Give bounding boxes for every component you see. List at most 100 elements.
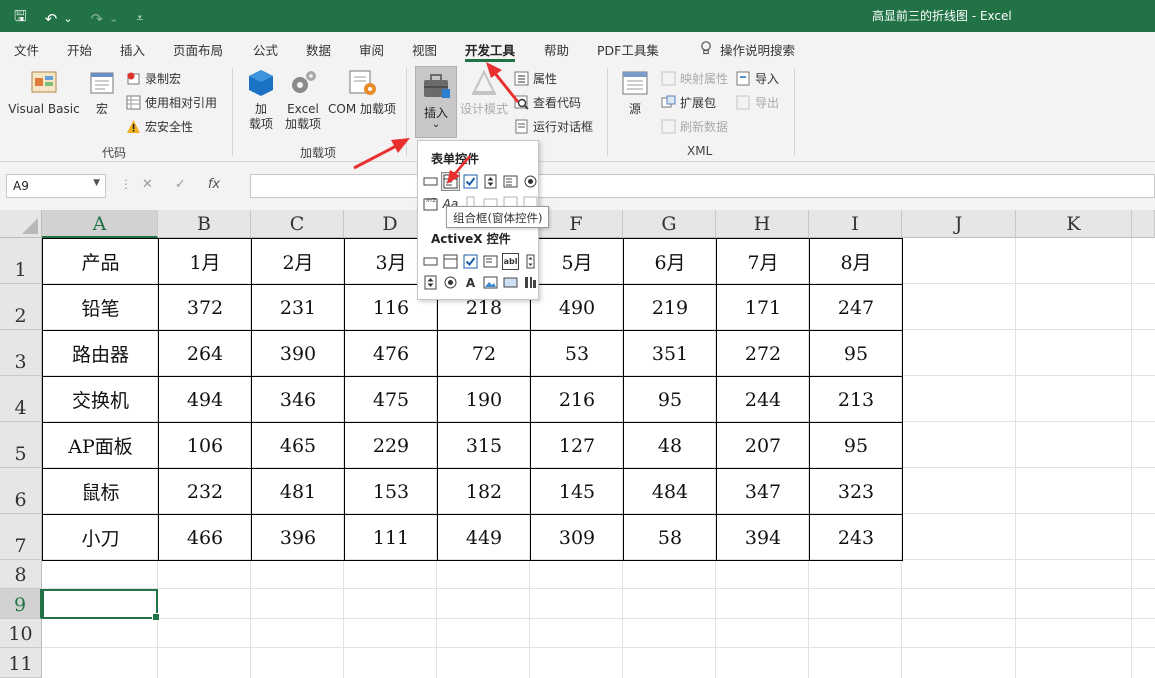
tab-data[interactable]: 数据 <box>306 40 331 59</box>
redo-dropdown-icon[interactable]: ⌄ <box>109 12 118 25</box>
table-cell[interactable]: 路由器 <box>42 330 159 377</box>
tab-home[interactable]: 开始 <box>67 40 92 59</box>
form-combo-box-control-icon[interactable] <box>441 172 460 191</box>
table-cell[interactable]: 48 <box>623 422 717 469</box>
macros-button[interactable]: 宏 <box>84 68 120 117</box>
table-cell[interactable]: 95 <box>809 422 903 469</box>
column-header[interactable]: C <box>251 210 344 238</box>
table-cell[interactable]: 449 <box>437 514 531 561</box>
xml-source-button[interactable]: 源 <box>617 68 653 117</box>
use-relative-references-button[interactable]: 使用相对引用 <box>126 94 217 111</box>
table-cell[interactable]: 铅笔 <box>42 284 159 331</box>
form-spin-button-control-icon[interactable] <box>482 173 499 190</box>
table-cell[interactable]: 396 <box>251 514 345 561</box>
save-icon[interactable]: 🖫 <box>14 6 27 31</box>
activex-list-box-icon[interactable] <box>482 253 499 270</box>
row-header[interactable]: 9 <box>0 589 42 619</box>
activex-label-icon[interactable]: A <box>462 274 479 291</box>
row-header[interactable]: 11 <box>0 648 42 678</box>
table-cell[interactable]: 216 <box>530 376 624 423</box>
table-cell[interactable]: AP面板 <box>42 422 159 469</box>
expansion-packs-button[interactable]: 扩展包 <box>661 94 716 111</box>
insert-function-icon[interactable]: fx <box>208 177 220 192</box>
table-cell[interactable]: 484 <box>623 468 717 515</box>
activex-spin-button-icon[interactable] <box>422 274 439 291</box>
tell-me-search[interactable]: 操作说明搜索 <box>700 40 795 59</box>
column-header[interactable] <box>1132 210 1155 238</box>
table-cell[interactable]: 243 <box>809 514 903 561</box>
visual-basic-button[interactable]: Visual Basic <box>8 68 80 117</box>
properties-button[interactable]: 属性 <box>514 70 557 87</box>
table-cell[interactable]: 127 <box>530 422 624 469</box>
enter-icon[interactable]: ✓ <box>175 177 186 192</box>
table-cell[interactable]: 490 <box>530 284 624 331</box>
column-header[interactable]: H <box>716 210 809 238</box>
insert-controls-button[interactable]: 插入 ⌄ <box>415 66 457 138</box>
column-header[interactable]: K <box>1016 210 1132 238</box>
macro-security-button[interactable]: 宏安全性 <box>126 118 193 135</box>
tab-file[interactable]: 文件 <box>14 40 39 59</box>
row-header[interactable]: 4 <box>0 376 42 422</box>
table-cell[interactable]: 207 <box>716 422 810 469</box>
table-cell[interactable]: 171 <box>716 284 810 331</box>
row-header[interactable]: 6 <box>0 468 42 514</box>
table-cell[interactable]: 产品 <box>42 238 159 285</box>
table-cell[interactable]: 231 <box>251 284 345 331</box>
customize-qat-icon[interactable]: ⩡ <box>136 11 143 26</box>
table-cell[interactable]: 鼠标 <box>42 468 159 515</box>
tab-formulas[interactable]: 公式 <box>253 40 278 59</box>
run-dialog-button[interactable]: 运行对话框 <box>514 118 593 135</box>
tab-developer[interactable]: 开发工具 <box>465 40 516 62</box>
table-cell[interactable]: 351 <box>623 330 717 377</box>
table-cell[interactable]: 229 <box>344 422 438 469</box>
redo-icon[interactable]: ↷ <box>91 10 104 28</box>
tab-page-layout[interactable]: 页面布局 <box>173 40 223 59</box>
table-cell[interactable]: 475 <box>344 376 438 423</box>
com-add-ins-button[interactable]: COM 加载项 <box>326 68 398 117</box>
excel-add-ins-button[interactable]: Excel 加载项 <box>283 68 323 132</box>
tab-help[interactable]: 帮助 <box>544 40 569 59</box>
activex-toggle-button-icon[interactable] <box>502 274 519 291</box>
table-cell[interactable]: 182 <box>437 468 531 515</box>
column-header[interactable]: I <box>809 210 902 238</box>
table-cell[interactable]: 394 <box>716 514 810 561</box>
table-cell[interactable]: 315 <box>437 422 531 469</box>
table-cell[interactable]: 466 <box>158 514 252 561</box>
table-cell[interactable]: 153 <box>344 468 438 515</box>
tab-review[interactable]: 审阅 <box>359 40 384 59</box>
table-cell[interactable]: 8月 <box>809 238 903 285</box>
table-cell[interactable]: 1月 <box>158 238 252 285</box>
table-cell[interactable]: 372 <box>158 284 252 331</box>
row-header[interactable]: 1 <box>0 238 42 284</box>
table-cell[interactable]: 53 <box>530 330 624 377</box>
table-cell[interactable]: 232 <box>158 468 252 515</box>
table-cell[interactable]: 481 <box>251 468 345 515</box>
tab-pdf-tools[interactable]: PDF工具集 <box>597 40 659 59</box>
table-cell[interactable]: 309 <box>530 514 624 561</box>
form-group-box-control-icon[interactable]: XYZ <box>422 195 439 212</box>
table-cell[interactable]: 7月 <box>716 238 810 285</box>
table-cell[interactable]: 190 <box>437 376 531 423</box>
table-cell[interactable]: 272 <box>716 330 810 377</box>
form-checkbox-control-icon[interactable] <box>462 173 479 190</box>
table-cell[interactable]: 145 <box>530 468 624 515</box>
table-cell[interactable]: 390 <box>251 330 345 377</box>
design-mode-button[interactable]: 设计模式 <box>458 68 510 117</box>
table-cell[interactable]: 2月 <box>251 238 345 285</box>
column-header[interactable]: J <box>902 210 1016 238</box>
table-cell[interactable]: 264 <box>158 330 252 377</box>
record-macro-button[interactable]: 录制宏 <box>126 70 181 87</box>
table-cell[interactable]: 244 <box>716 376 810 423</box>
row-header[interactable]: 8 <box>0 560 42 589</box>
map-properties-button[interactable]: 映射属性 <box>661 70 728 87</box>
form-button-control-icon[interactable] <box>422 173 439 190</box>
table-cell[interactable]: 323 <box>809 468 903 515</box>
table-cell[interactable]: 95 <box>809 330 903 377</box>
row-header[interactable]: 5 <box>0 422 42 468</box>
row-header[interactable]: 10 <box>0 619 42 648</box>
xml-export-button[interactable]: 导出 <box>736 94 779 111</box>
activex-option-button-icon[interactable] <box>442 274 459 291</box>
activex-command-button-icon[interactable] <box>422 253 439 270</box>
xml-import-button[interactable]: 导入 <box>736 70 779 87</box>
activex-checkbox-icon[interactable] <box>462 253 479 270</box>
